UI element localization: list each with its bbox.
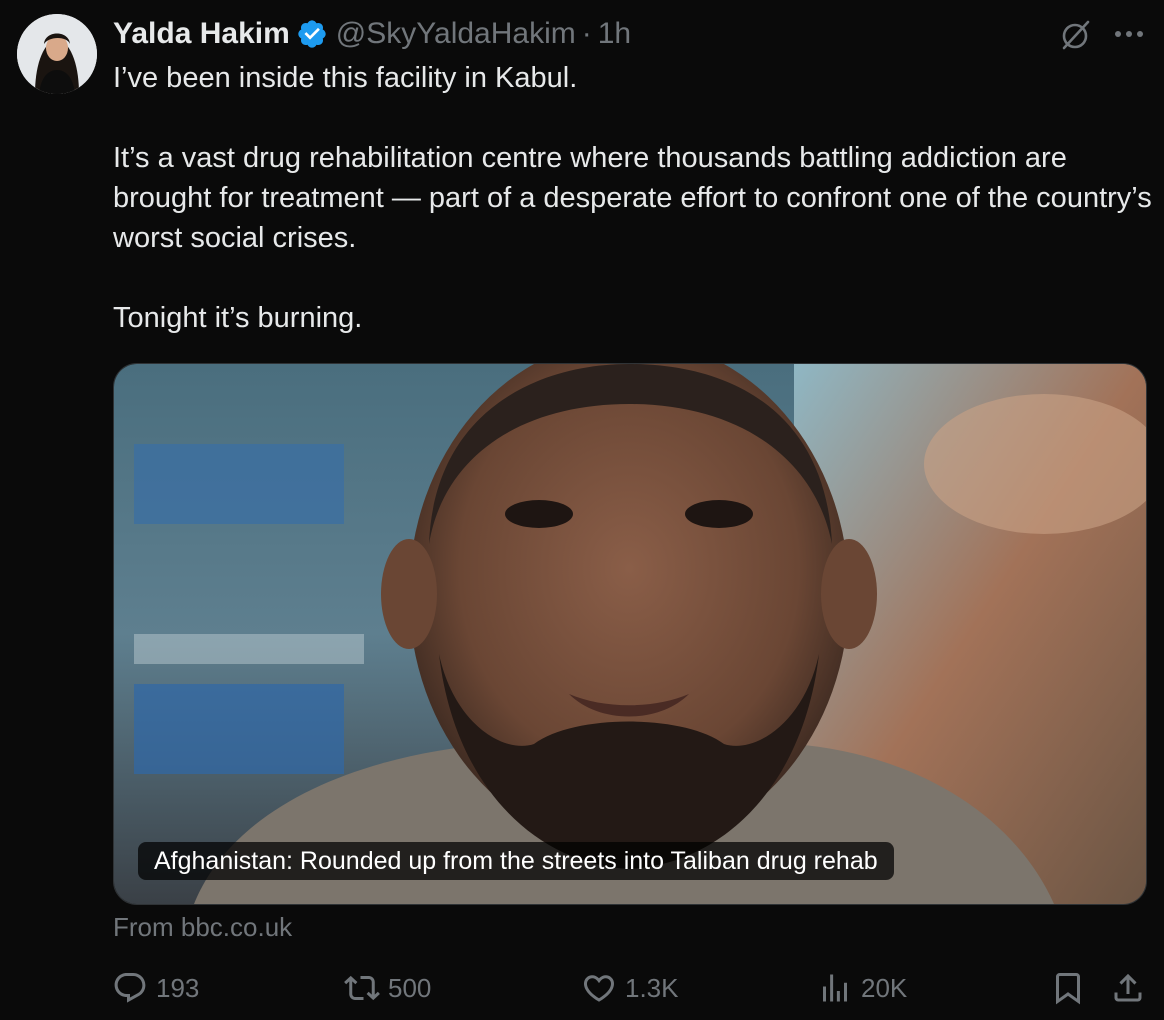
timestamp[interactable]: 1h <box>598 17 631 51</box>
avatar-image <box>17 14 97 94</box>
tweet-paragraph: I’ve been inside this facility in Kabul. <box>113 62 578 94</box>
views-button[interactable]: 20K <box>817 970 907 1006</box>
repost-icon <box>344 975 380 1001</box>
share-icon <box>1114 973 1142 1002</box>
grok-icon[interactable] <box>1056 16 1094 54</box>
separator-dot: · <box>581 17 592 50</box>
reply-button[interactable]: 193 <box>112 970 199 1006</box>
handle[interactable]: @SkyYaldaHakim <box>336 17 576 51</box>
bookmark-icon <box>1056 973 1080 1005</box>
avatar[interactable] <box>17 14 97 94</box>
repost-count: 500 <box>388 972 432 1003</box>
tweet-text: I’ve been inside this facility in Kabul.… <box>113 58 1153 338</box>
more-icon[interactable] <box>1112 26 1146 42</box>
bookmark-button[interactable] <box>1050 970 1094 1006</box>
tweet-paragraph: It’s a vast drug rehabilitation centre w… <box>113 142 1152 254</box>
reply-count: 193 <box>156 972 200 1003</box>
like-button[interactable]: 1.3K <box>581 970 679 1006</box>
link-card[interactable]: Afghanistan: Rounded up from the streets… <box>113 363 1147 905</box>
card-image <box>114 364 1146 904</box>
card-title: Afghanistan: Rounded up from the streets… <box>138 842 894 880</box>
display-name[interactable]: Yalda Hakim <box>113 17 290 51</box>
verified-badge-icon[interactable] <box>296 18 328 50</box>
action-bar: 193 500 1.3K 20K <box>0 970 1164 1014</box>
reply-icon <box>114 973 146 1003</box>
repost-button[interactable]: 500 <box>344 970 431 1006</box>
heart-icon <box>583 975 615 1002</box>
views-icon <box>823 974 847 1002</box>
views-count: 20K <box>861 972 908 1003</box>
card-source[interactable]: From bbc.co.uk <box>113 912 292 943</box>
share-button[interactable] <box>1110 970 1154 1006</box>
like-count: 1.3K <box>625 972 679 1003</box>
tweet-header: Yalda Hakim @SkyYaldaHakim · 1h <box>113 14 631 54</box>
tweet-paragraph: Tonight it’s burning. <box>113 302 363 334</box>
